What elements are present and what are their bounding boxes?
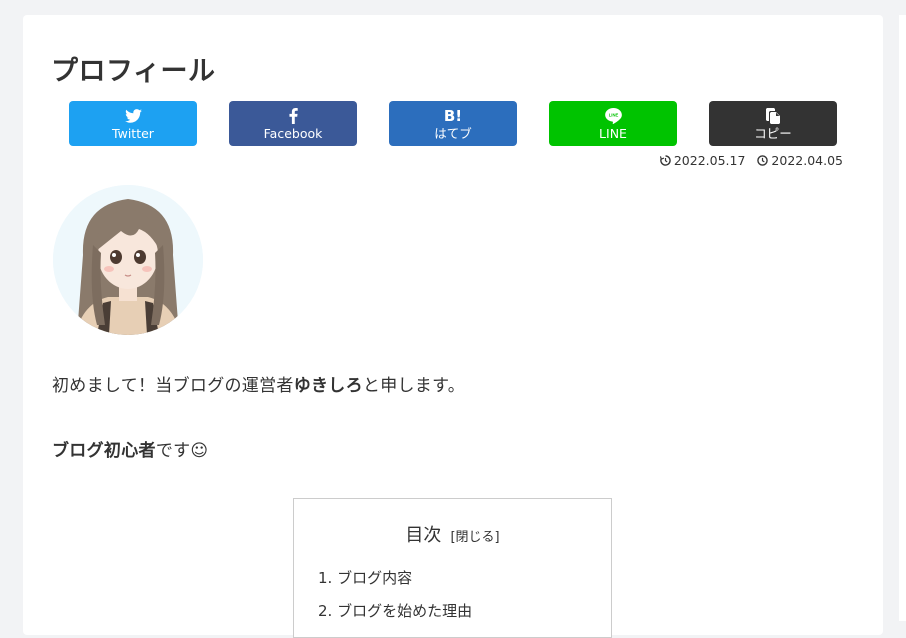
intro-text-start: 初めまして！当ブログの運営者 — [52, 376, 294, 396]
line-label: LINE — [599, 126, 627, 141]
clock-icon — [757, 155, 769, 166]
beginner-text-end: です☺ — [155, 441, 209, 461]
line-icon: LINE — [604, 106, 622, 126]
toc-toggle-button[interactable]: [閉じる] — [450, 530, 499, 545]
twitter-share-button[interactable]: Twitter — [69, 101, 197, 146]
toc-item-label: ブログを始めた理由 — [337, 602, 473, 620]
hatena-label: はてブ — [434, 126, 472, 141]
toc-title: 目次 — [405, 525, 442, 546]
hatena-bookmark-icon: B! — [443, 107, 463, 125]
intro-text-end: と申します。 — [362, 376, 466, 396]
toc-item-label: ブログ内容 — [337, 569, 413, 587]
post-dates: 2022.05.17 2022.04.05 — [659, 153, 843, 168]
page-title: プロフィール — [51, 56, 216, 87]
sidebar-edge — [899, 15, 906, 621]
twitter-label: Twitter — [112, 126, 154, 141]
beginner-label: ブログ初心者 — [52, 441, 156, 461]
updated-date-text: 2022.05.17 — [673, 153, 746, 168]
author-name: ゆきしろ — [293, 376, 363, 396]
facebook-share-button[interactable]: Facebook — [229, 101, 357, 146]
intro-paragraph: 初めまして！当ブログの運営者ゆきしろと申します。 — [52, 371, 465, 396]
toc-item-number: 2. — [318, 602, 333, 620]
toc-list: 1. ブログ内容 2. ブログを始めた理由 — [318, 568, 472, 634]
toc-header: 目次 [閉じる] — [294, 521, 611, 547]
twitter-icon — [124, 106, 142, 126]
copy-label: コピー — [754, 126, 792, 141]
copy-icon — [766, 106, 780, 126]
history-icon — [659, 155, 671, 166]
svg-text:LINE: LINE — [608, 113, 618, 118]
facebook-icon — [288, 106, 298, 126]
published-date-text: 2022.04.05 — [771, 153, 843, 168]
hatena-share-button[interactable]: B! はてブ — [389, 101, 517, 146]
toc-item[interactable]: 2. ブログを始めた理由 — [318, 601, 472, 634]
table-of-contents: 目次 [閉じる] 1. ブログ内容 2. ブログを始めた理由 — [293, 498, 612, 638]
beginner-paragraph: ブログ初心者です☺ — [52, 436, 208, 461]
share-buttons: Twitter Facebook B! はてブ LINE LINE コピー — [69, 101, 837, 146]
profile-avatar — [53, 185, 203, 335]
facebook-label: Facebook — [263, 126, 323, 141]
toc-item[interactable]: 1. ブログ内容 — [318, 568, 472, 601]
updated-date: 2022.05.17 — [659, 153, 746, 168]
toc-item-number: 1. — [318, 569, 333, 587]
copy-button[interactable]: コピー — [709, 101, 837, 146]
line-share-button[interactable]: LINE LINE — [549, 101, 677, 146]
published-date: 2022.04.05 — [757, 153, 843, 168]
